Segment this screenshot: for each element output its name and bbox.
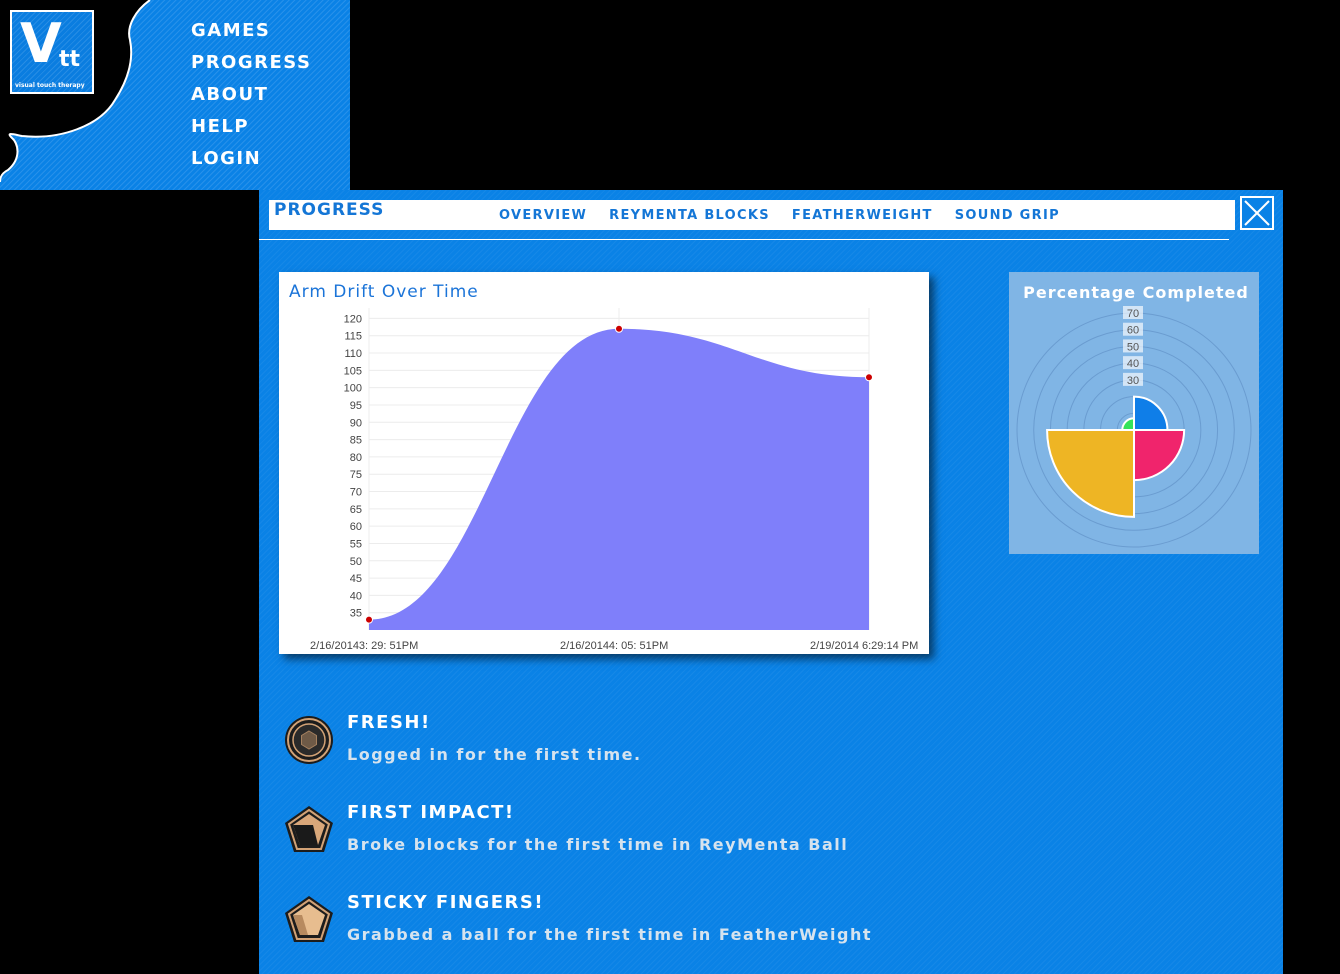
vtt-logo[interactable]: V tt visual touch therapy <box>10 10 94 94</box>
y-tick-label: 80 <box>350 452 362 464</box>
y-tick-label: 90 <box>350 417 362 429</box>
polar-segment-0[interactable] <box>1133 395 1169 431</box>
arm-drift-plot: 35 40 45 50 55 60 65 70 75 80 85 90 95 100 105 110 115 12… <box>310 308 918 652</box>
r-tick-label: 60 <box>1127 325 1139 337</box>
x-tick-label: 2/19/2014 6:29:14 PM <box>810 640 918 652</box>
data-point-1[interactable] <box>615 324 623 333</box>
data-point-2[interactable] <box>865 373 873 382</box>
tab-overview[interactable]: OVERVIEW <box>499 200 587 230</box>
tab-featherweight[interactable]: FEATHERWEIGHT <box>792 200 933 230</box>
percentage-completed-plot: 30 40 50 60 70 <box>1016 306 1252 548</box>
y-tick-label: 40 <box>350 590 362 602</box>
r-tick-label: 30 <box>1127 375 1139 387</box>
achievement-title: FIRST IMPACT! <box>347 802 515 823</box>
y-tick-label: 45 <box>350 573 362 585</box>
r-tick-label: 70 <box>1127 308 1139 320</box>
sticky-fingers-badge-icon <box>285 896 333 942</box>
nav-progress[interactable]: PROGRESS <box>191 50 311 82</box>
achievement-desc: Broke blocks for the first time in ReyMe… <box>347 835 849 854</box>
main-nav: GAMES PROGRESS ABOUT HELP LOGIN <box>191 18 311 178</box>
nav-about[interactable]: ABOUT <box>191 82 311 114</box>
polar-segment-1[interactable] <box>1133 429 1186 482</box>
y-tick-label: 115 <box>344 331 362 343</box>
nav-login[interactable]: LOGIN <box>191 146 311 178</box>
progress-panel: PROGRESS OVERVIEW REYMENTA BLOCKS FEATHE… <box>259 190 1283 974</box>
logo-mark-tt: tt <box>59 47 81 72</box>
achievement-sticky-fingers: STICKY FINGERS! Grabbed a ball for the f… <box>283 892 1183 974</box>
arm-drift-chart: 35 40 45 50 55 60 65 70 75 80 85 90 95 100 105 110 115 12… <box>279 272 929 654</box>
progress-tabs: OVERVIEW REYMENTA BLOCKS FEATHERWEIGHT S… <box>499 200 1060 230</box>
y-tick-label: 50 <box>350 556 362 568</box>
polar-segment-3[interactable] <box>1121 417 1135 431</box>
y-tick-label: 70 <box>350 487 362 499</box>
y-tick-label: 75 <box>350 469 362 481</box>
achievement-fresh: FRESH! Logged in for the first time. <box>283 712 1183 794</box>
achievement-title: FRESH! <box>347 712 431 733</box>
r-tick-label: 40 <box>1127 358 1139 370</box>
header-divider <box>259 239 1229 240</box>
y-tick-label: 55 <box>350 538 362 550</box>
y-tick-label: 85 <box>350 435 362 447</box>
percentage-completed-title: Percentage Completed <box>1023 283 1249 302</box>
x-tick-label: 2/16/20143: 29: 51PM <box>310 640 418 652</box>
achievement-desc: Logged in for the first time. <box>347 745 642 764</box>
x-tick-label: 2/16/20144: 05: 51PM <box>560 640 668 652</box>
y-tick-label: 105 <box>344 365 362 377</box>
panel-header: PROGRESS OVERVIEW REYMENTA BLOCKS FEATHE… <box>269 200 1235 230</box>
y-tick-label: 35 <box>350 608 362 620</box>
y-tick-label: 110 <box>344 348 362 360</box>
y-tick-label: 65 <box>350 504 362 516</box>
nav-help[interactable]: HELP <box>191 114 311 146</box>
close-button[interactable] <box>1240 196 1274 230</box>
logo-mark-v: V <box>20 12 62 75</box>
achievement-first-impact: FIRST IMPACT! Broke blocks for the first… <box>283 802 1183 884</box>
achievement-desc: Grabbed a ball for the first time in Fea… <box>347 925 872 944</box>
r-tick-label: 50 <box>1127 341 1139 353</box>
arm-drift-title: Arm Drift Over Time <box>289 282 479 302</box>
top-nav: V tt visual touch therapy GAMES PROGRESS… <box>0 0 350 190</box>
nav-games[interactable]: GAMES <box>191 18 311 50</box>
arm-drift-area <box>369 328 869 630</box>
tab-reymenta-blocks[interactable]: REYMENTA BLOCKS <box>609 200 770 230</box>
page-title: PROGRESS <box>274 200 385 220</box>
achievement-title: STICKY FINGERS! <box>347 892 545 913</box>
y-tick-label: 100 <box>344 383 362 395</box>
tab-sound-grip[interactable]: SOUND GRIP <box>955 200 1060 230</box>
percentage-completed-chart: 30 40 50 60 70 Percentage Completed <box>1009 272 1259 554</box>
first-impact-badge-icon <box>285 806 333 852</box>
data-point-0[interactable] <box>365 615 373 624</box>
fresh-badge-icon <box>285 716 333 764</box>
logo-tagline: visual touch therapy <box>15 82 85 89</box>
close-x-icon <box>1244 200 1270 226</box>
y-tick-label: 95 <box>350 400 362 412</box>
y-tick-label: 120 <box>344 313 362 325</box>
polar-segment-2[interactable] <box>1046 429 1135 518</box>
y-tick-label: 60 <box>350 521 362 533</box>
